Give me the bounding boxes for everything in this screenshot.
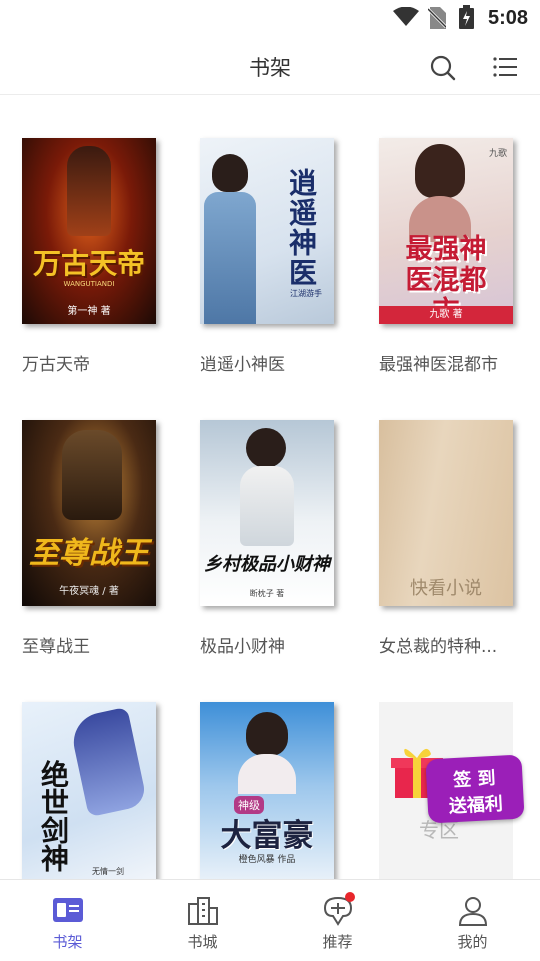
cover-figure-head bbox=[246, 428, 286, 468]
profile-icon bbox=[458, 897, 487, 926]
book-title: 至尊战王 bbox=[22, 637, 90, 657]
list-menu-icon[interactable] bbox=[493, 56, 517, 78]
book-title: 逍遥小神医 bbox=[200, 355, 285, 375]
book-item[interactable]: 万古天帝 WANGUTIANDI 第一神 著 万古天帝 bbox=[22, 138, 158, 375]
book-item[interactable]: 九歌 最强神医混都市 九歌 著 最强神医混都市 bbox=[379, 138, 515, 375]
cover-figure-body bbox=[240, 466, 294, 546]
cover-main-title: 乡村极品小财神 bbox=[204, 554, 330, 575]
cover-author: 断枕子 著 bbox=[249, 589, 285, 598]
cover-pinyin: WANGUTIANDI bbox=[63, 280, 115, 288]
cover-author: 无情一剑 bbox=[92, 867, 124, 876]
cover-figure bbox=[67, 146, 111, 236]
cover-main-title: 大富豪 bbox=[220, 818, 314, 854]
book-title: 极品小财神 bbox=[200, 637, 285, 657]
book-cover[interactable]: 快看小说 bbox=[379, 420, 513, 606]
nav-label: 我的 bbox=[457, 933, 488, 951]
no-sim-icon bbox=[428, 7, 446, 29]
cover-figure-body bbox=[204, 192, 256, 324]
book-cover[interactable]: 至尊战王 午夜冥魂 / 著 bbox=[22, 420, 156, 606]
cover-main-title: 万古天帝 bbox=[32, 247, 145, 280]
cover-figure bbox=[68, 706, 148, 818]
top-app-bar: 书架 bbox=[0, 36, 540, 95]
nav-label: 书架 bbox=[52, 933, 83, 951]
status-time: 5:08 bbox=[487, 7, 528, 29]
promo-item[interactable]: 专区 签 到 送福利 bbox=[379, 702, 525, 879]
battery-charging-icon bbox=[459, 5, 474, 29]
book-item[interactable]: 神级 大富豪 橙色风暴 作品 bbox=[200, 702, 336, 879]
book-item[interactable]: 乡村极品小财神 断枕子 著 极品小财神 bbox=[200, 420, 336, 657]
cover-author: 橙色风暴 作品 bbox=[238, 855, 296, 865]
cover-main-title: 至尊战王 bbox=[29, 536, 149, 571]
cover-main-title: 绝世剑神 bbox=[37, 760, 70, 872]
wifi-icon bbox=[393, 7, 419, 26]
bookshelf-grid: 万古天帝 WANGUTIANDI 第一神 著 万古天帝 逍遥神医 江湖游手 逍遥… bbox=[0, 95, 540, 879]
city-icon bbox=[187, 897, 218, 925]
cover-placeholder-title: 快看小说 bbox=[410, 578, 482, 599]
book-cover[interactable]: 神级 大富豪 橙色风暴 作品 bbox=[200, 702, 334, 879]
cover-corner-label: 九歌 bbox=[488, 149, 507, 159]
nav-tab-profile[interactable]: 我的 bbox=[405, 880, 540, 961]
nav-label: 推荐 bbox=[322, 933, 353, 951]
cover-main-title: 逍遥神医 bbox=[285, 168, 318, 288]
nav-tab-recommend[interactable]: 推荐 bbox=[270, 880, 405, 961]
bottom-navigation: 书架 书城 推荐 我的 bbox=[0, 879, 540, 961]
sign-in-reward-banner[interactable]: 签 到 送福利 bbox=[425, 754, 525, 824]
book-title: 万古天帝 bbox=[22, 355, 90, 375]
cover-figure-head bbox=[246, 712, 288, 756]
cover-figure bbox=[62, 430, 122, 520]
nav-label: 书城 bbox=[187, 933, 218, 951]
book-item[interactable]: 逍遥神医 江湖游手 逍遥小神医 bbox=[200, 138, 336, 375]
page-title: 书架 bbox=[249, 56, 291, 80]
nav-tab-bookshelf[interactable]: 书架 bbox=[0, 880, 135, 961]
cover-author: 午夜冥魂 / 著 bbox=[59, 586, 119, 597]
book-item[interactable]: 至尊战王 午夜冥魂 / 著 至尊战王 bbox=[22, 420, 158, 657]
nav-tab-bookstore[interactable]: 书城 bbox=[135, 880, 270, 961]
promo-line-2: 送福利 bbox=[448, 793, 504, 818]
book-title: 女总裁的特种... bbox=[379, 637, 498, 657]
notification-dot bbox=[345, 892, 355, 902]
cover-figure-head bbox=[212, 154, 248, 192]
status-bar: 5:08 bbox=[0, 0, 540, 36]
book-cover[interactable]: 绝世剑神 无情一剑 bbox=[22, 702, 156, 879]
book-cover[interactable]: 逍遥神医 江湖游手 bbox=[200, 138, 334, 324]
book-cover[interactable]: 乡村极品小财神 断枕子 著 bbox=[200, 420, 334, 606]
book-title: 最强神医混都市 bbox=[379, 355, 498, 375]
book-item[interactable]: 绝世剑神 无情一剑 bbox=[22, 702, 158, 879]
book-cover[interactable]: 万古天帝 WANGUTIANDI 第一神 著 bbox=[22, 138, 156, 324]
cover-author: 江湖游手 bbox=[290, 289, 322, 298]
book-item[interactable]: 快看小说 女总裁的特种... bbox=[379, 420, 515, 657]
cover-figure-head bbox=[415, 144, 465, 198]
cover-author: 九歌 著 bbox=[379, 306, 513, 324]
book-cover[interactable]: 九歌 最强神医混都市 九歌 著 bbox=[379, 138, 513, 324]
cover-author: 第一神 著 bbox=[67, 306, 111, 317]
cover-figure-body bbox=[238, 754, 296, 794]
bookshelf-icon bbox=[52, 898, 83, 922]
search-icon[interactable] bbox=[430, 55, 456, 81]
